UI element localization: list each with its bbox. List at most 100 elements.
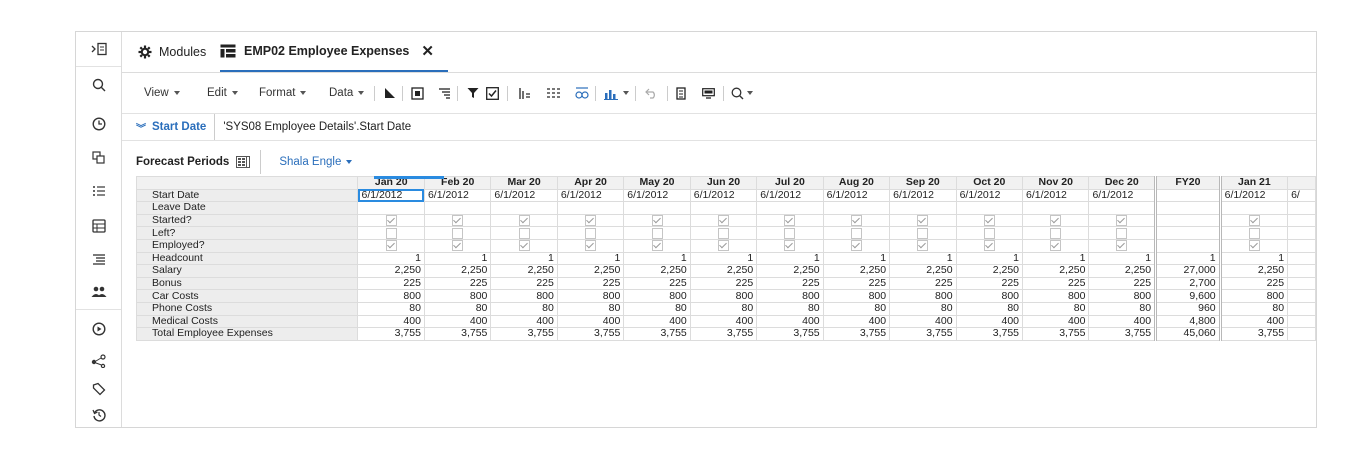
- column-header[interactable]: Nov 20: [1022, 176, 1090, 190]
- grid-cell[interactable]: [822, 201, 891, 215]
- grid-cell[interactable]: 3,755: [556, 327, 625, 341]
- grid-cell[interactable]: 1: [490, 251, 558, 266]
- grid-cell[interactable]: [1022, 201, 1090, 215]
- grid-cell[interactable]: [1287, 264, 1316, 278]
- unchecked-checkbox[interactable]: [850, 227, 862, 239]
- grid-cell[interactable]: 1: [1154, 251, 1221, 266]
- checkbox-cell[interactable]: [689, 238, 758, 253]
- grid-cell[interactable]: 225: [689, 276, 758, 291]
- grid-cell[interactable]: 225: [1218, 276, 1289, 291]
- column-header[interactable]: Jun 20: [689, 176, 758, 190]
- grid-cell[interactable]: 6/1/2012: [1218, 188, 1289, 203]
- checkbox-cell[interactable]: [756, 238, 824, 253]
- checked-checkbox[interactable]: [1050, 215, 1062, 226]
- column-header[interactable]: Oct 20: [955, 176, 1024, 190]
- pivot-grid-icon[interactable]: [236, 156, 251, 168]
- columns-icon[interactable]: [547, 73, 560, 113]
- checkbox-cell[interactable]: [889, 226, 957, 240]
- checkbox-cell[interactable]: [556, 226, 625, 240]
- checkbox-cell[interactable]: [1154, 213, 1221, 228]
- grid-cell[interactable]: 2,250: [955, 264, 1024, 278]
- checkbox-cell[interactable]: [556, 213, 625, 228]
- unchecked-checkbox[interactable]: [917, 227, 929, 239]
- zoom-search-icon[interactable]: [731, 73, 753, 113]
- data-menu[interactable]: Data: [329, 73, 365, 113]
- column-header[interactable]: FY20: [1154, 176, 1221, 190]
- checkbox-cell[interactable]: [822, 213, 891, 228]
- grid-cell[interactable]: 800: [1022, 289, 1090, 303]
- checkbox-cell[interactable]: [1287, 226, 1316, 240]
- unchecked-checkbox[interactable]: [651, 227, 663, 239]
- grid-cell[interactable]: [623, 201, 691, 215]
- grid-cell[interactable]: 3,755: [889, 327, 957, 341]
- row-header[interactable]: Headcount: [136, 251, 359, 266]
- grid-cell[interactable]: [1218, 201, 1289, 215]
- grid-cell[interactable]: [1287, 276, 1316, 291]
- grid-cell[interactable]: 225: [357, 276, 425, 291]
- freeze-icon[interactable]: [384, 73, 396, 113]
- checkbox-cell[interactable]: [1022, 238, 1090, 253]
- copy-icon[interactable]: [76, 141, 121, 175]
- checkbox-cell[interactable]: [1088, 213, 1157, 228]
- grid-cell[interactable]: 225: [756, 276, 824, 291]
- grid-cell[interactable]: [756, 201, 824, 215]
- grid-cell[interactable]: 2,700: [1154, 276, 1221, 291]
- checkbox-cell[interactable]: [1218, 226, 1289, 240]
- checkbox-cell[interactable]: [955, 213, 1024, 228]
- grid-cell[interactable]: 1: [423, 251, 492, 266]
- grid-cell[interactable]: 80: [490, 301, 558, 316]
- grid-cell[interactable]: 225: [1088, 276, 1157, 291]
- checkbox-cell[interactable]: [889, 238, 957, 253]
- grid-cell[interactable]: 400: [1022, 314, 1090, 329]
- checkbox-cell[interactable]: [357, 238, 425, 253]
- grid-cell[interactable]: 80: [822, 301, 891, 316]
- grid-cell[interactable]: 6/1/2012: [756, 188, 824, 203]
- users-icon[interactable]: [76, 275, 121, 310]
- grid-cell[interactable]: 2,250: [689, 264, 758, 278]
- grid-cell[interactable]: 45,060: [1154, 327, 1221, 341]
- checked-checkbox[interactable]: [518, 240, 530, 252]
- edit-menu[interactable]: Edit: [207, 73, 238, 113]
- checkbox-cell[interactable]: [1022, 213, 1090, 228]
- checked-checkbox[interactable]: [717, 240, 729, 252]
- row-header[interactable]: Started?: [136, 213, 359, 228]
- checkbox-cell[interactable]: [490, 213, 558, 228]
- grid-cell[interactable]: 800: [889, 289, 957, 303]
- grid-cell[interactable]: 2,250: [1022, 264, 1090, 278]
- checked-checkbox[interactable]: [452, 215, 464, 226]
- grid-cell[interactable]: 3,755: [1022, 327, 1090, 341]
- grid-cell[interactable]: 225: [490, 276, 558, 291]
- grid-cell[interactable]: 6/1/2012: [623, 188, 691, 203]
- grid-cell[interactable]: [1287, 251, 1316, 266]
- align-icon[interactable]: [438, 73, 451, 113]
- row-header[interactable]: Leave Date: [136, 201, 359, 215]
- checked-checkbox[interactable]: [1116, 240, 1128, 252]
- grid-cell[interactable]: 27,000: [1154, 264, 1221, 278]
- column-header[interactable]: Mar 20: [490, 176, 558, 190]
- grid-cell[interactable]: 800: [556, 289, 625, 303]
- grid-cell[interactable]: 2,250: [423, 264, 492, 278]
- checkbox-cell[interactable]: [1154, 238, 1221, 253]
- grid-cell[interactable]: 800: [490, 289, 558, 303]
- grid-cell[interactable]: [1287, 314, 1316, 329]
- checked-checkbox[interactable]: [585, 240, 597, 252]
- grid-cell[interactable]: 2,250: [357, 264, 425, 278]
- chevron-double-down-icon[interactable]: ︾: [136, 120, 146, 135]
- grid-cell[interactable]: 400: [623, 314, 691, 329]
- grid-cell[interactable]: 3,755: [955, 327, 1024, 341]
- checkbox-cell[interactable]: [1154, 226, 1221, 240]
- grid-cell[interactable]: [1287, 327, 1316, 341]
- tab-emp02-employee-expenses[interactable]: EMP02 Employee Expenses ✕: [220, 32, 448, 72]
- grid-cell[interactable]: [357, 201, 425, 215]
- column-header[interactable]: May 20: [623, 176, 691, 190]
- column-header[interactable]: Jul 20: [756, 176, 824, 190]
- checked-checkbox[interactable]: [850, 215, 862, 226]
- grid-cell[interactable]: 1: [756, 251, 824, 266]
- grid-cell[interactable]: [1287, 301, 1316, 316]
- grid-cell[interactable]: [556, 201, 625, 215]
- grid-cell[interactable]: 1: [955, 251, 1024, 266]
- grid-cell[interactable]: 400: [689, 314, 758, 329]
- grid-cell[interactable]: 6/1/2012: [955, 188, 1024, 203]
- filter-icon[interactable]: [467, 73, 479, 113]
- undo-icon[interactable]: [645, 73, 658, 113]
